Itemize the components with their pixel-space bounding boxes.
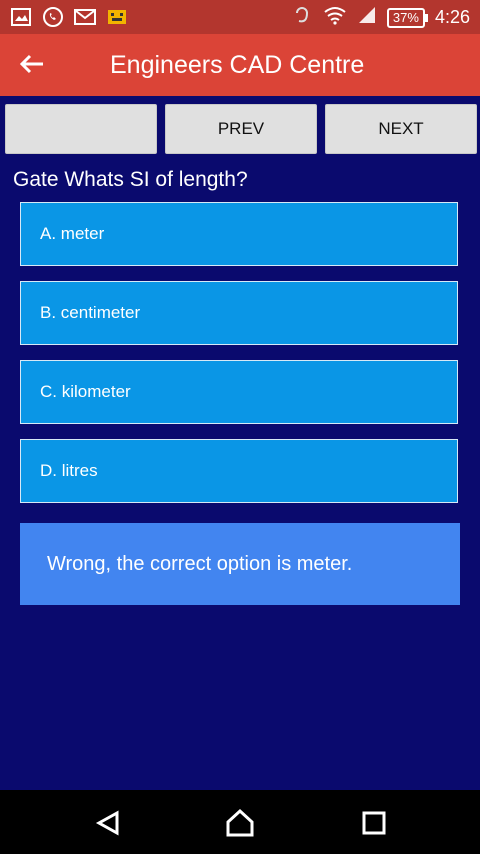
signal-icon [357,5,377,30]
hearing-aid-icon [293,5,313,30]
clock: 4:26 [434,7,470,27]
option-a[interactable]: A. meter [20,202,458,266]
arrow-left-icon[interactable] [16,49,46,79]
system-nav-bar [0,790,480,854]
wifi-icon [323,5,347,30]
status-left-icons [10,6,128,28]
blank-button[interactable] [5,104,157,154]
feedback-message: Wrong, the correct option is meter. [20,523,460,605]
next-button[interactable]: NEXT [325,104,477,154]
option-d[interactable]: D. litres [20,439,458,503]
question-text: Gate Whats SI of length? [13,168,248,191]
home-icon[interactable] [225,808,255,838]
battery-indicator: 37% [386,7,428,28]
option-b[interactable]: B. centimeter [20,281,458,345]
android-icon [106,6,128,28]
gmail-icon [74,6,96,28]
prev-button[interactable]: PREV [165,104,317,154]
status-right-icons: 37% 4:26 [293,5,470,30]
whatsapp-icon [42,6,64,28]
back-triangle-icon[interactable] [93,808,123,838]
app-bar: Engineers CAD Centre [0,34,480,96]
recents-icon[interactable] [359,808,389,838]
status-bar: 37% 4:26 [0,0,480,34]
app-title: Engineers CAD Centre [110,51,365,79]
picture-icon [10,6,32,28]
navigation-buttons: PREV NEXT [0,104,480,154]
option-c[interactable]: C. kilometer [20,360,458,424]
